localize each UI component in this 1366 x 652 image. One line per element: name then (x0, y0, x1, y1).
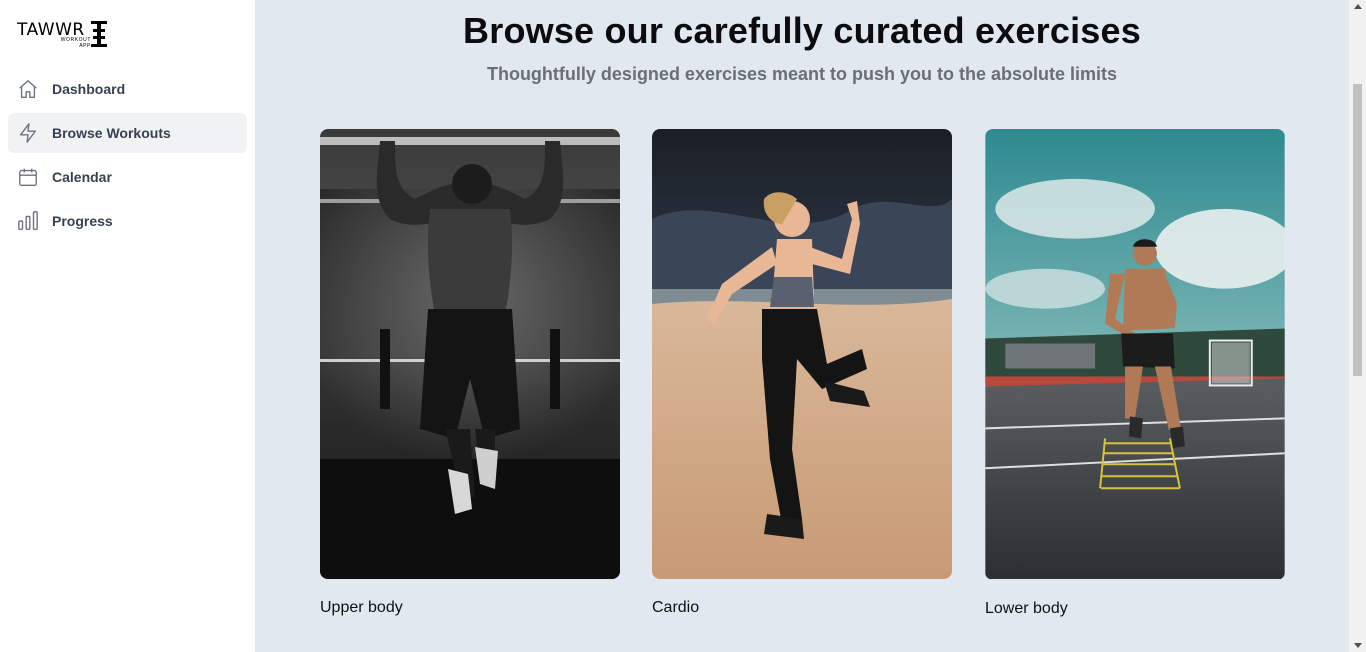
brand-tagline: WORKOUT APP (60, 37, 91, 49)
page-subtitle: Thoughtfully designed exercises meant to… (486, 64, 1118, 84)
brand-logo[interactable]: TAWWR WORKOUT APP (17, 19, 117, 51)
workout-card-lower-body[interactable]: Lower body (985, 129, 1285, 618)
sidebar-item-progress[interactable]: Progress (8, 201, 247, 241)
chart-bar-icon (18, 211, 38, 230)
sidebar-nav: Dashboard Browse Workouts Calendar Progr… (8, 69, 247, 245)
workout-card-cardio[interactable]: Cardio (652, 129, 952, 617)
sidebar-item-label: Dashboard (52, 81, 126, 97)
workout-card-upper-body[interactable]: Upper body (320, 129, 620, 617)
workout-image-cardio[interactable] (652, 129, 952, 579)
workout-image-lower-body[interactable] (985, 129, 1285, 580)
scroll-down-arrow-icon[interactable] (1354, 643, 1362, 648)
pull-up-photo (320, 129, 620, 579)
bolt-icon (19, 123, 37, 143)
page-title: Browse our carefully curated exercises (463, 10, 1141, 51)
scroll-up-arrow-icon[interactable] (1354, 4, 1362, 9)
sidebar-item-label: Calendar (52, 169, 112, 185)
page-scrollbar[interactable] (1349, 0, 1366, 652)
sidebar-item-label: Progress (52, 213, 113, 229)
workout-card-label: Cardio (652, 599, 700, 616)
workout-card-label: Upper body (320, 599, 403, 616)
home-icon (19, 80, 37, 98)
calendar-icon (19, 168, 37, 186)
sidebar-item-dashboard[interactable]: Dashboard (8, 69, 247, 109)
main-content: Browse our carefully curated exercises T… (255, 0, 1349, 652)
sidebar: TAWWR WORKOUT APP Dashboard Browse Worko… (0, 0, 255, 652)
running-woman-photo (652, 129, 952, 579)
scrollbar-thumb[interactable] (1353, 84, 1362, 376)
sidebar-item-browse-workouts[interactable]: Browse Workouts (8, 113, 247, 153)
workout-card-label: Lower body (985, 600, 1068, 617)
agility-ladder-photo (985, 129, 1285, 579)
dumbbell-icon (91, 21, 107, 47)
sidebar-item-label: Browse Workouts (52, 125, 171, 141)
sidebar-item-calendar[interactable]: Calendar (8, 157, 247, 197)
workout-image-upper-body[interactable] (320, 129, 620, 579)
